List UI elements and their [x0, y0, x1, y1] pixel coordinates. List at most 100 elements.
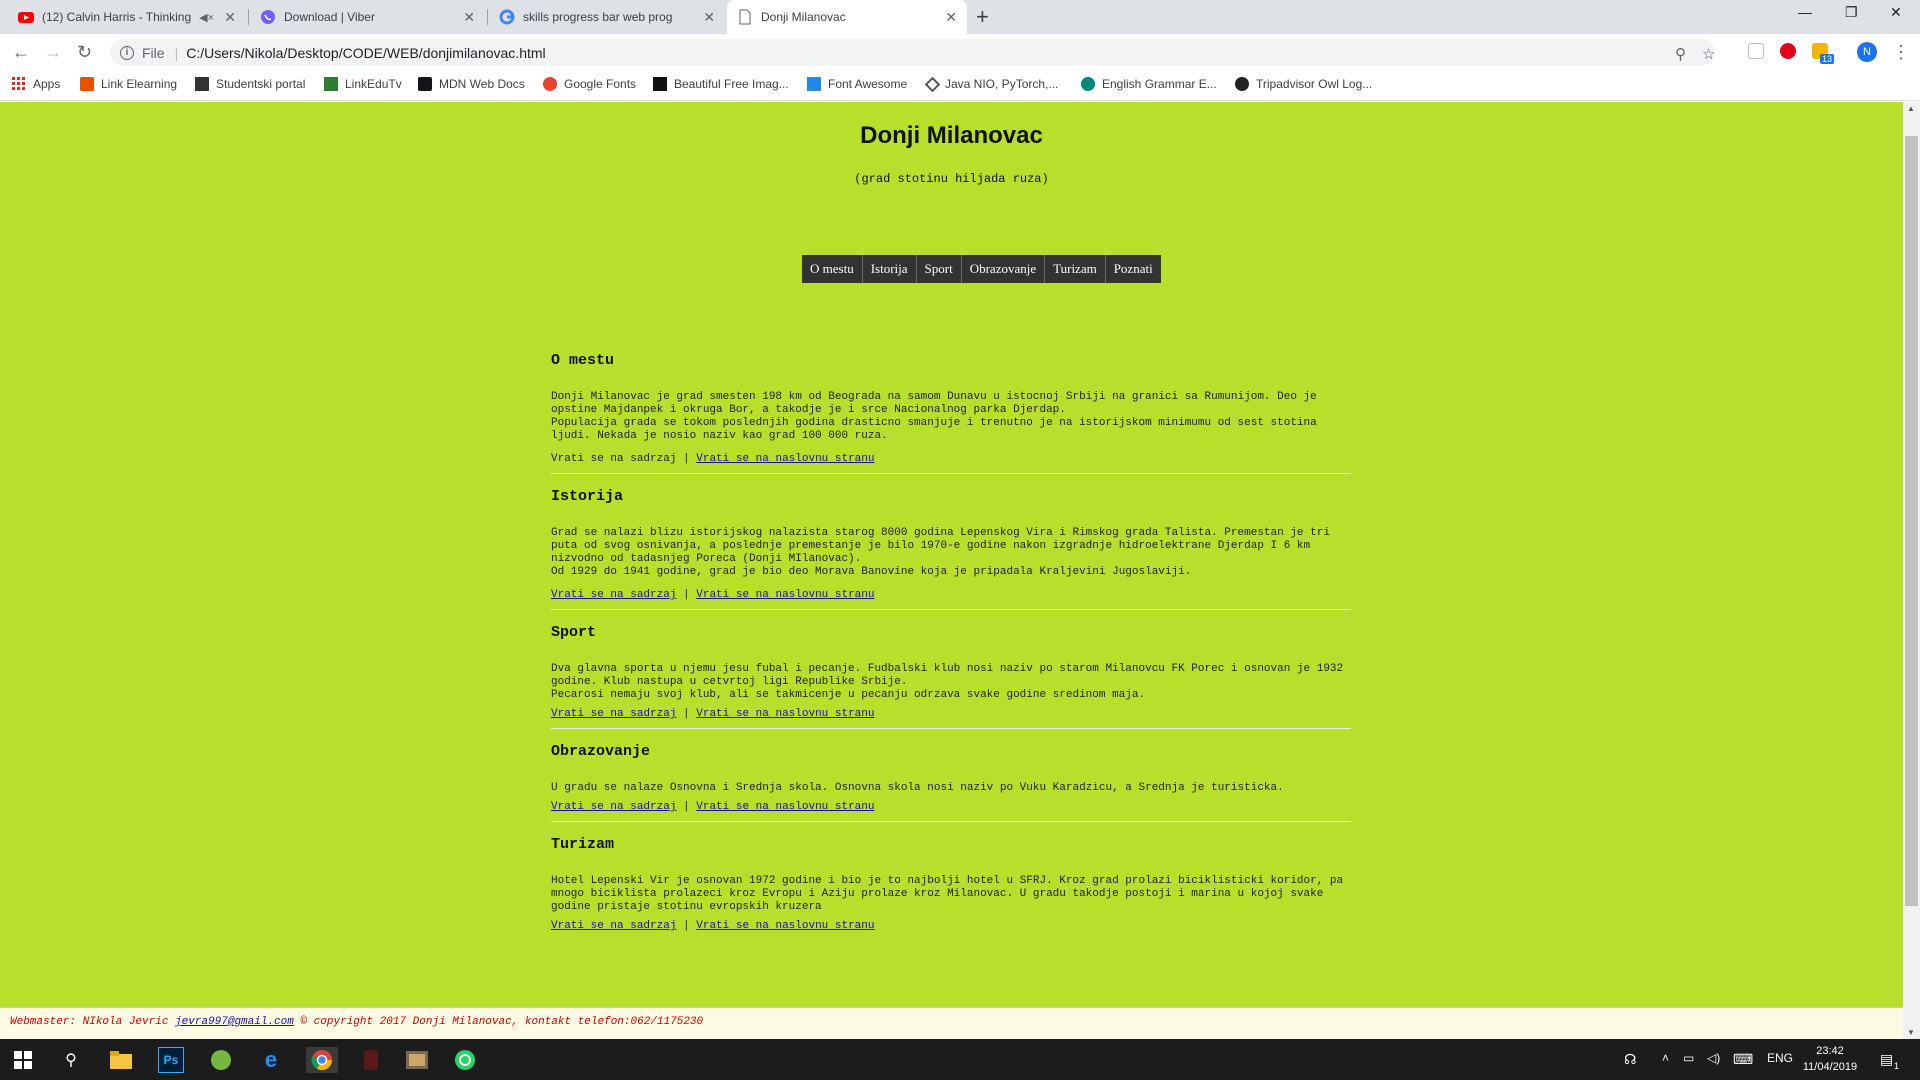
- section-heading: O mestu: [551, 352, 615, 369]
- nav-turizam[interactable]: Turizam: [1045, 255, 1106, 283]
- language-indicator[interactable]: ENG: [1767, 1051, 1793, 1065]
- nav-obrazovanje[interactable]: Obrazovanje: [962, 255, 1046, 283]
- new-tab-button[interactable]: +: [976, 4, 989, 30]
- back-to-home-link[interactable]: Vrati se na naslovnu stranu: [696, 920, 874, 932]
- link-separator: |: [683, 708, 690, 720]
- zoom-icon[interactable]: ⚲: [1675, 45, 1686, 63]
- section-links: Vrati se na sadrzaj | Vrati se na naslov…: [551, 801, 1351, 813]
- windows-start-icon[interactable]: [10, 1047, 36, 1073]
- viber-icon: [260, 9, 276, 25]
- back-to-contents-link[interactable]: Vrati se na sadrzaj: [551, 589, 676, 601]
- close-window-button[interactable]: ✕: [1890, 4, 1902, 21]
- forward-button[interactable]: →: [44, 42, 62, 63]
- tab-donji-milanovac[interactable]: Donji Milanovac ✕: [727, 0, 967, 34]
- back-to-home-link[interactable]: Vrati se na naslovnu stranu: [696, 453, 874, 465]
- close-tab-icon[interactable]: ✕: [945, 9, 957, 26]
- bookmark-star-icon[interactable]: ☆: [1702, 45, 1715, 63]
- close-tab-icon[interactable]: ✕: [463, 9, 475, 26]
- back-to-contents-link[interactable]: Vrati se na sadrzaj: [551, 920, 676, 932]
- tab-separator: [487, 9, 488, 25]
- opera-vpn-icon[interactable]: [1780, 43, 1796, 59]
- address-bar[interactable]: i File | C:/Users/Nikola/Desktop/CODE/WE…: [110, 39, 1715, 66]
- tab-viber[interactable]: Download | Viber ✕: [250, 0, 485, 34]
- section-divider: [551, 728, 1351, 729]
- bookmark-label: Beautiful Free Imag...: [674, 77, 789, 91]
- bookmark-english-grammar[interactable]: English Grammar E...: [1081, 77, 1217, 91]
- url-scheme: File: [142, 44, 165, 61]
- bookmark-mdn[interactable]: MDN Web Docs: [418, 77, 525, 91]
- section-o-mestu: O mestu Donji Milanovac je grad smesten …: [551, 352, 1351, 474]
- bookmark-font-awesome[interactable]: Font Awesome: [807, 77, 907, 91]
- back-to-home-link[interactable]: Vrati se na naslovnu stranu: [696, 589, 874, 601]
- bookmark-java-nio[interactable]: Java NIO, PyTorch,...: [924, 76, 1059, 92]
- back-to-home-link[interactable]: Vrati se na naslovnu stranu: [696, 708, 874, 720]
- scroll-up-icon[interactable]: ▲: [1907, 104, 1915, 113]
- people-icon[interactable]: ☊: [1624, 1051, 1636, 1068]
- windows-taskbar: ⚲ Ps e ☊ ˄ ▭ ◁) ⌨ ENG 23:42 11/04/2019 ▤…: [0, 1039, 1920, 1080]
- keyboard-icon[interactable]: ⌨: [1733, 1051, 1753, 1068]
- back-to-home-link[interactable]: Vrati se na naslovnu stranu: [696, 801, 874, 813]
- section-obrazovanje: Obrazovanje U gradu se nalaze Osnovna i …: [551, 743, 1351, 822]
- clock-time: 23:42: [1816, 1045, 1844, 1057]
- bookmark-linkedutv[interactable]: LinkEduTv: [324, 77, 402, 91]
- photoshop-icon[interactable]: Ps: [158, 1047, 184, 1073]
- tray-chevron-icon[interactable]: ˄: [1662, 1051, 1669, 1065]
- bookmark-label: Java NIO, PyTorch,...: [945, 77, 1059, 91]
- nav-istorija[interactable]: Istorija: [863, 255, 917, 283]
- restore-button[interactable]: ❐: [1845, 4, 1858, 21]
- tab-youtube[interactable]: (12) Calvin Harris - Thinking ◀× ✕: [8, 0, 246, 34]
- close-tab-icon[interactable]: ✕: [224, 9, 236, 26]
- volume-icon[interactable]: ◁): [1707, 1051, 1720, 1065]
- app-window-icon[interactable]: [404, 1047, 430, 1073]
- nav-o-mestu[interactable]: O mestu: [802, 255, 863, 283]
- nav-sport[interactable]: Sport: [917, 255, 962, 283]
- utorrent-icon[interactable]: [208, 1047, 234, 1073]
- app-red-icon[interactable]: [358, 1047, 384, 1073]
- back-button[interactable]: ←: [12, 42, 30, 63]
- close-tab-icon[interactable]: ✕: [703, 9, 715, 26]
- profile-avatar[interactable]: N: [1857, 42, 1877, 62]
- scroll-down-icon[interactable]: ▼: [1907, 1028, 1915, 1037]
- section-divider: [551, 609, 1351, 610]
- vertical-scrollbar[interactable]: ▲ ▼: [1903, 102, 1920, 1039]
- google-fonts-icon: [543, 77, 557, 91]
- linkedutv-icon: [324, 77, 338, 91]
- url-text[interactable]: C:/Users/Nikola/Desktop/CODE/WEB/donjimi…: [186, 45, 545, 61]
- back-to-contents-link[interactable]: Vrati se na sadrzaj: [551, 708, 676, 720]
- bookmark-beautiful-free-images[interactable]: Beautiful Free Imag...: [653, 77, 789, 91]
- tab-label: Download | Viber: [284, 10, 375, 24]
- back-to-contents-link[interactable]: Vrati se na sadrzaj: [551, 801, 676, 813]
- whatsapp-icon[interactable]: [452, 1047, 478, 1073]
- tab-label: skills progress bar web programm: [523, 10, 673, 24]
- extension-icon[interactable]: [1748, 43, 1764, 59]
- section-links: Vrati se na sadrzaj | Vrati se na naslov…: [551, 920, 1351, 932]
- section-paragraph: Dva glavna sporta u njemu jesu fubal i p…: [551, 663, 1344, 688]
- search-icon[interactable]: ⚲: [58, 1047, 84, 1073]
- link-separator: |: [683, 453, 690, 465]
- chrome-icon[interactable]: [306, 1047, 338, 1073]
- battery-icon[interactable]: ▭: [1683, 1051, 1694, 1065]
- bookmarks-bar: Apps Link Elearning Studentski portal Li…: [0, 70, 1920, 101]
- section-paragraph: Od 1929 do 1941 godine, grad je bio deo …: [551, 566, 1192, 578]
- speaker-muted-icon[interactable]: ◀×: [199, 11, 214, 24]
- notification-center-icon[interactable]: ▤: [1880, 1051, 1893, 1068]
- bookmark-apps[interactable]: Apps: [12, 77, 60, 91]
- bookmark-studentski-portal[interactable]: Studentski portal: [195, 77, 305, 91]
- tab-google[interactable]: skills progress bar web programm ✕: [489, 0, 725, 34]
- scrollbar-thumb[interactable]: [1905, 136, 1918, 906]
- section-links: Vrati se na sadrzaj | Vrati se na naslov…: [551, 453, 1351, 465]
- main-nav: O mestu Istorija Sport Obrazovanje Turiz…: [802, 255, 1161, 283]
- file-explorer-icon[interactable]: [108, 1047, 134, 1073]
- bookmark-tripadvisor[interactable]: Tripadvisor Owl Log...: [1235, 77, 1372, 91]
- edge-icon[interactable]: e: [258, 1047, 284, 1073]
- clock[interactable]: 23:42 11/04/2019: [1800, 1043, 1860, 1075]
- reload-button[interactable]: ↻: [77, 42, 92, 63]
- minimize-button[interactable]: —: [1798, 4, 1812, 20]
- menu-icon[interactable]: ⋮: [1892, 42, 1910, 63]
- info-icon[interactable]: i: [120, 45, 134, 60]
- footer-email-link[interactable]: jevra997@gmail.com: [175, 1016, 294, 1028]
- nav-poznati[interactable]: Poznati: [1106, 255, 1161, 283]
- bookmark-link-elearning[interactable]: Link Elearning: [80, 77, 177, 91]
- bookmark-google-fonts[interactable]: Google Fonts: [543, 77, 636, 91]
- link-separator: |: [683, 920, 690, 932]
